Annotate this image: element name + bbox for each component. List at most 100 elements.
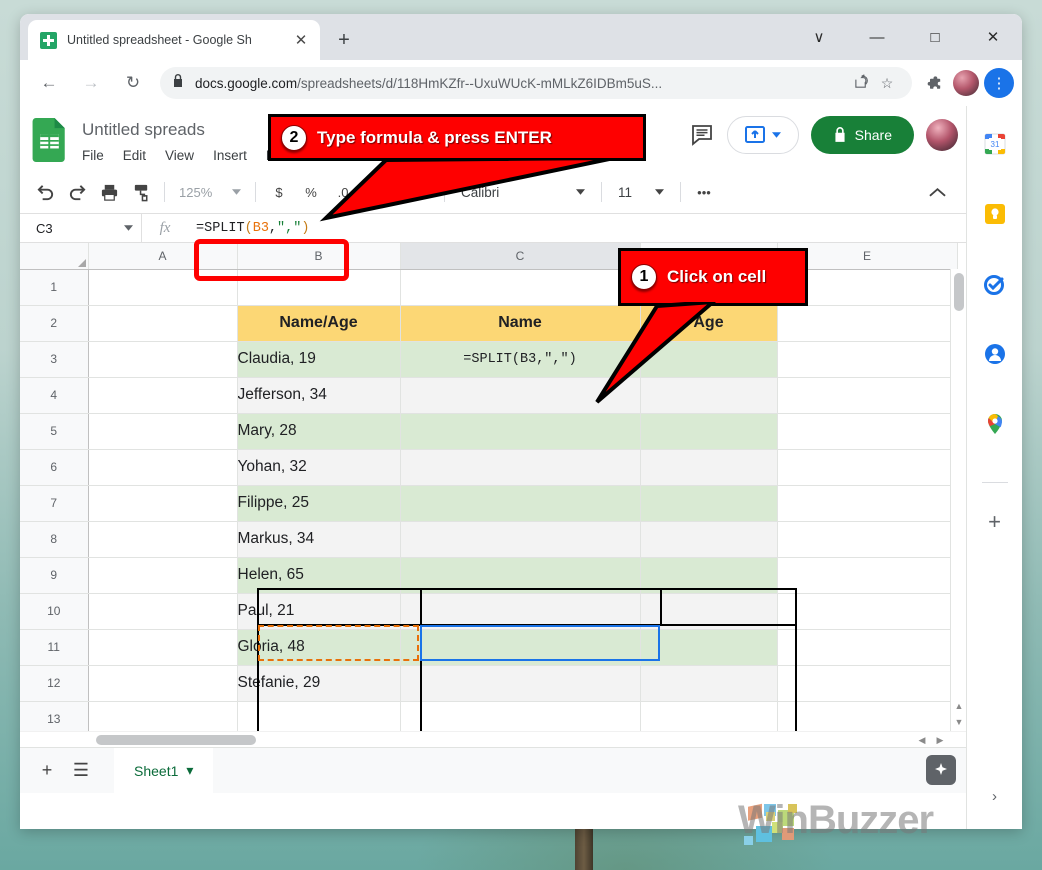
- cell-a2[interactable]: [88, 305, 238, 342]
- share-icon[interactable]: [848, 74, 874, 92]
- name-box[interactable]: C3: [20, 214, 142, 242]
- cell-c10[interactable]: [400, 593, 641, 630]
- currency-format-button[interactable]: $: [264, 177, 294, 207]
- cell-a13[interactable]: [88, 701, 238, 731]
- add-app-button[interactable]: +: [988, 509, 1001, 535]
- zoom-selector[interactable]: 125%: [173, 178, 247, 206]
- cell-a10[interactable]: [88, 593, 238, 630]
- cell-b12[interactable]: Stefanie, 29: [237, 665, 401, 702]
- row-header-8[interactable]: 8: [20, 521, 89, 558]
- row-header-4[interactable]: 4: [20, 377, 89, 414]
- cell-a1[interactable]: [88, 269, 238, 306]
- sheet-tab-sheet1[interactable]: Sheet1 ▾: [114, 747, 214, 794]
- forward-icon[interactable]: →: [75, 67, 107, 99]
- back-icon[interactable]: ←: [33, 67, 65, 99]
- calendar-icon[interactable]: 31: [983, 132, 1007, 156]
- menu-view[interactable]: View: [165, 148, 194, 163]
- horizontal-scrollbar[interactable]: ◀ ▶: [20, 731, 966, 747]
- cell-a11[interactable]: [88, 629, 238, 666]
- scroll-up-arrow-icon[interactable]: ▲: [951, 698, 966, 713]
- menu-edit[interactable]: Edit: [123, 148, 146, 163]
- cell-c6[interactable]: [400, 449, 641, 486]
- row-header-1[interactable]: 1: [20, 269, 89, 306]
- expand-side-panel-icon[interactable]: ›: [992, 788, 997, 805]
- vertical-scrollbar-thumb[interactable]: [954, 273, 964, 311]
- maximize-button[interactable]: □: [906, 14, 964, 60]
- row-header-2[interactable]: 2: [20, 305, 89, 342]
- cell-d7[interactable]: [640, 485, 778, 522]
- cell-a3[interactable]: [88, 341, 238, 378]
- extensions-icon[interactable]: [918, 68, 948, 98]
- cell-e13[interactable]: [777, 701, 958, 731]
- minimize-button[interactable]: —: [848, 14, 906, 60]
- cell-a12[interactable]: [88, 665, 238, 702]
- print-icon[interactable]: [94, 177, 124, 207]
- cell-e12[interactable]: [777, 665, 958, 702]
- vertical-scrollbar[interactable]: ▲ ▼: [950, 269, 966, 731]
- cell-b3[interactable]: Claudia, 19: [237, 341, 401, 378]
- cell-b10[interactable]: Paul, 21: [237, 593, 401, 630]
- cell-c12[interactable]: [400, 665, 641, 702]
- cell-e5[interactable]: [777, 413, 958, 450]
- maps-icon[interactable]: [983, 412, 1007, 436]
- cell-d11[interactable]: [640, 629, 778, 666]
- row-header-5[interactable]: 5: [20, 413, 89, 450]
- cell-b13[interactable]: [237, 701, 401, 731]
- cell-e4[interactable]: [777, 377, 958, 414]
- close-window-button[interactable]: ✕: [964, 14, 1022, 60]
- scroll-down-arrow-icon[interactable]: ▼: [951, 714, 966, 729]
- cell-d9[interactable]: [640, 557, 778, 594]
- cell-d13[interactable]: [640, 701, 778, 731]
- row-header-13[interactable]: 13: [20, 701, 89, 731]
- cell-a5[interactable]: [88, 413, 238, 450]
- tasks-icon[interactable]: [983, 272, 1007, 296]
- row-header-3[interactable]: 3: [20, 341, 89, 378]
- scroll-left-arrow-icon[interactable]: ◀: [914, 732, 930, 748]
- column-header-c[interactable]: C: [400, 243, 641, 270]
- cell-e10[interactable]: [777, 593, 958, 630]
- tab-search-icon[interactable]: ∨: [790, 14, 848, 60]
- menu-insert[interactable]: Insert: [213, 148, 247, 163]
- column-header-b[interactable]: B: [237, 243, 401, 270]
- reload-icon[interactable]: ↻: [117, 67, 149, 99]
- explore-button[interactable]: [926, 755, 956, 785]
- cell-c13[interactable]: [400, 701, 641, 731]
- undo-icon[interactable]: [30, 177, 60, 207]
- keep-icon[interactable]: [983, 202, 1007, 226]
- cell-d6[interactable]: [640, 449, 778, 486]
- cell-c8[interactable]: [400, 521, 641, 558]
- scroll-right-arrow-icon[interactable]: ▶: [932, 732, 948, 748]
- more-toolbar-options-button[interactable]: •••: [689, 177, 719, 207]
- cell-d8[interactable]: [640, 521, 778, 558]
- cell-b9[interactable]: Helen, 65: [237, 557, 401, 594]
- chevron-down-icon[interactable]: ▾: [186, 762, 193, 779]
- account-avatar[interactable]: [926, 119, 958, 151]
- cell-e11[interactable]: [777, 629, 958, 666]
- cell-e8[interactable]: [777, 521, 958, 558]
- cell-b5[interactable]: Mary, 28: [237, 413, 401, 450]
- address-bar[interactable]: docs.google.com/spreadsheets/d/118HmKZfr…: [160, 67, 912, 99]
- document-title[interactable]: Untitled spreads: [82, 120, 205, 140]
- collapse-toolbar-icon[interactable]: [922, 177, 952, 207]
- cell-c5[interactable]: [400, 413, 641, 450]
- cell-b4[interactable]: Jefferson, 34: [237, 377, 401, 414]
- row-header-9[interactable]: 9: [20, 557, 89, 594]
- cell-a8[interactable]: [88, 521, 238, 558]
- browser-profile-avatar[interactable]: [953, 70, 979, 96]
- cell-c7[interactable]: [400, 485, 641, 522]
- cell-b8[interactable]: Markus, 34: [237, 521, 401, 558]
- menu-file[interactable]: File: [82, 148, 104, 163]
- cell-e7[interactable]: [777, 485, 958, 522]
- cell-b1[interactable]: [237, 269, 401, 306]
- cell-e9[interactable]: [777, 557, 958, 594]
- contacts-icon[interactable]: [983, 342, 1007, 366]
- cell-b6[interactable]: Yohan, 32: [237, 449, 401, 486]
- browser-menu-icon[interactable]: ⋮: [984, 68, 1014, 98]
- cell-c9[interactable]: [400, 557, 641, 594]
- column-header-a[interactable]: A: [88, 243, 238, 270]
- cell-c11[interactable]: [400, 629, 641, 666]
- cell-d5[interactable]: [640, 413, 778, 450]
- cell-b11[interactable]: Gloria, 48: [237, 629, 401, 666]
- cell-a6[interactable]: [88, 449, 238, 486]
- row-header-7[interactable]: 7: [20, 485, 89, 522]
